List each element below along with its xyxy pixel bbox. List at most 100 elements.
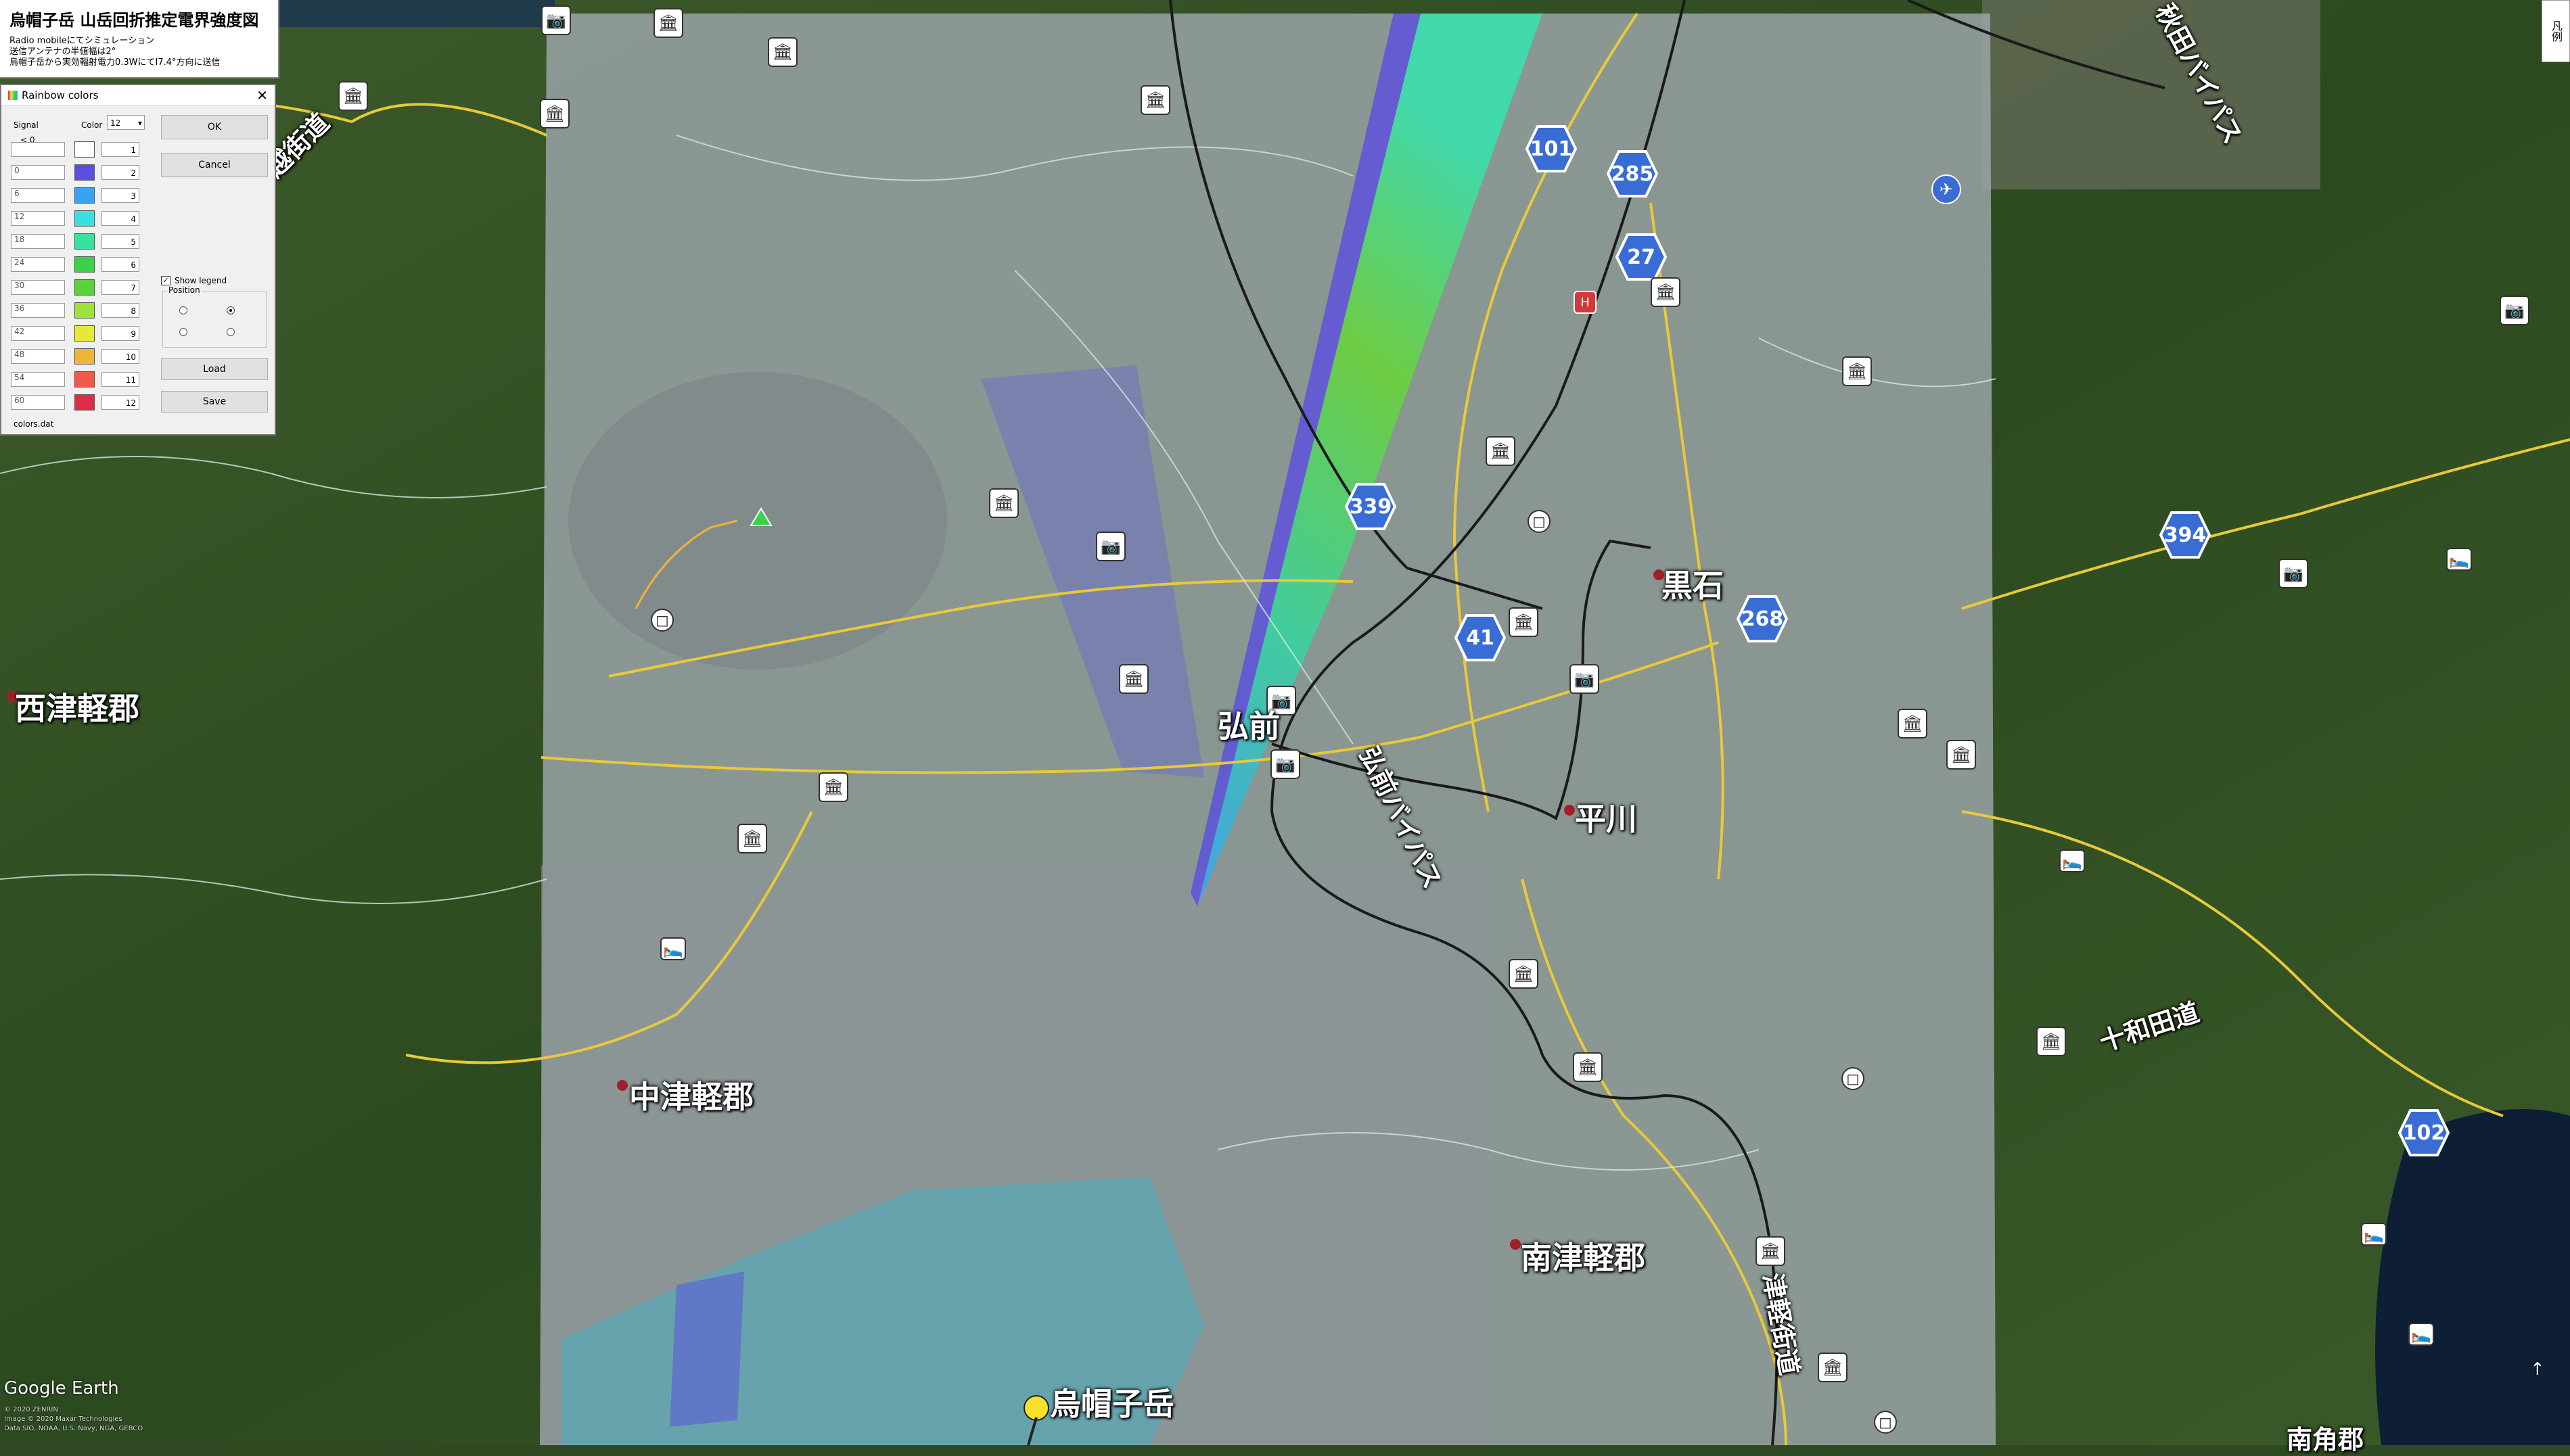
cancel-button[interactable]: Cancel — [161, 153, 268, 177]
museum-icon[interactable]: 🏛 — [819, 772, 848, 802]
color-row: 63 — [11, 187, 139, 204]
color-swatch[interactable] — [74, 394, 95, 410]
position-radio-top-left[interactable] — [179, 306, 187, 314]
signal-threshold-input[interactable]: 60 — [11, 395, 65, 410]
color-count-select[interactable]: 12 ▾ — [107, 115, 145, 130]
museum-icon[interactable]: 🏛 — [1651, 277, 1680, 307]
signal-threshold-input[interactable]: 48 — [11, 349, 65, 364]
color-swatch[interactable] — [74, 164, 95, 181]
hotel-icon[interactable]: 🛌 — [2059, 849, 2085, 872]
legend-tab[interactable]: 凡例 — [2542, 0, 2570, 62]
map-title: 烏帽子岳 山岳回折推定電界強度図 — [9, 11, 259, 30]
color-row: 54 11 — [11, 371, 139, 388]
museum-icon[interactable]: 🏛 — [1141, 85, 1170, 115]
color-row: 12 4 — [11, 210, 139, 227]
landmark-icon[interactable]: ◻ — [1528, 510, 1551, 533]
route-shield-285: 285 — [1607, 150, 1658, 197]
signal-threshold-input[interactable]: 6 — [11, 188, 65, 203]
museum-icon[interactable]: 🏛 — [1573, 1052, 1603, 1082]
museum-icon[interactable]: 🏛 — [1509, 959, 1538, 989]
place-dot-hiraka — [1564, 805, 1575, 816]
hotel-icon[interactable]: 🛌 — [2408, 1323, 2434, 1346]
map-description-line: Radio mobileにてシミュレーション — [9, 36, 155, 46]
position-radio-bottom-right[interactable] — [227, 328, 235, 336]
signal-threshold-input[interactable]: 42 — [11, 326, 65, 341]
color-swatch[interactable] — [74, 210, 95, 227]
museum-icon[interactable]: 🏛 — [2036, 1027, 2066, 1056]
museum-icon[interactable]: 🏛 — [1486, 436, 1515, 466]
camera-icon[interactable]: 📷 — [1569, 664, 1599, 694]
rainbow-colors-dialog[interactable]: Rainbow colors ✕ Signal < 0 Color 12 ▾ O… — [0, 84, 276, 436]
color-index: 6 — [101, 257, 139, 272]
museum-icon[interactable]: 🏛 — [653, 8, 683, 38]
museum-icon[interactable]: 🏛 — [1119, 664, 1149, 694]
close-icon[interactable]: ✕ — [256, 87, 268, 103]
color-swatch[interactable] — [74, 302, 95, 319]
landmark-icon[interactable]: ◻ — [1841, 1067, 1864, 1090]
color-row: 30 7 — [11, 279, 139, 296]
load-button[interactable]: Load — [161, 358, 268, 380]
chevron-down-icon: ▾ — [137, 118, 142, 128]
museum-icon[interactable]: 🏛 — [1898, 709, 1927, 738]
landmark-icon[interactable]: ◻ — [1874, 1411, 1897, 1434]
hospital-icon[interactable]: H — [1574, 291, 1597, 314]
camera-icon[interactable]: 📷 — [1096, 532, 1126, 561]
hotel-icon[interactable]: 🛌 — [2361, 1223, 2387, 1246]
color-swatch[interactable] — [74, 141, 95, 158]
color-index: 12 — [101, 395, 139, 410]
signal-threshold-input[interactable]: 36 — [11, 303, 65, 318]
museum-icon[interactable]: 🏛 — [768, 37, 798, 67]
route-shield-394: 394 — [2159, 511, 2211, 559]
color-swatch[interactable] — [74, 348, 95, 365]
airport-icon[interactable]: ✈ — [1931, 174, 1961, 204]
palette-icon — [8, 91, 18, 100]
museum-icon[interactable]: 🏛 — [1946, 740, 1976, 770]
color-row: 36 8 — [11, 302, 139, 319]
route-shield-268: 268 — [1737, 595, 1788, 642]
museum-icon[interactable]: 🏛 — [338, 81, 368, 111]
museum-icon[interactable]: 🏛 — [1756, 1236, 1785, 1266]
signal-scatter-south-2 — [670, 1271, 744, 1427]
show-legend-checkbox[interactable]: ✓ Show legend — [161, 276, 227, 285]
color-swatch[interactable] — [74, 325, 95, 342]
color-swatch[interactable] — [74, 256, 95, 273]
lake-towada — [2375, 1109, 2570, 1445]
ok-button[interactable]: OK — [161, 115, 268, 139]
map-canvas[interactable] — [0, 0, 2570, 1445]
museum-icon[interactable]: 🏛 — [989, 488, 1019, 518]
camera-icon[interactable]: 📷 — [2278, 559, 2308, 588]
color-swatch[interactable] — [74, 233, 95, 250]
color-row: 18 5 — [11, 233, 139, 250]
landmark-icon[interactable]: ◻ — [651, 609, 674, 632]
color-row: 1 — [11, 141, 139, 158]
signal-threshold-input[interactable]: 24 — [11, 257, 65, 272]
museum-icon[interactable]: 🏛 — [540, 99, 570, 128]
color-swatch[interactable] — [74, 279, 95, 296]
camera-icon[interactable]: 📷 — [1270, 749, 1300, 779]
color-index: 3 — [101, 188, 139, 203]
museum-icon[interactable]: 🏛 — [1509, 607, 1538, 637]
position-radio-bottom-left[interactable] — [179, 328, 187, 336]
place-label-minamitsugaru: 南津軽郡 — [1521, 1240, 1645, 1276]
color-swatch[interactable] — [74, 187, 95, 204]
camera-icon[interactable]: 📷 — [2500, 296, 2529, 325]
signal-threshold-input[interactable]: 54 — [11, 372, 65, 387]
position-radio-top-right[interactable] — [227, 306, 235, 314]
museum-icon[interactable]: 🏛 — [1818, 1353, 1848, 1382]
signal-threshold-input[interactable]: 30 — [11, 280, 65, 295]
signal-threshold-input[interactable]: 0 — [11, 165, 65, 180]
signal-threshold-input[interactable]: 18 — [11, 234, 65, 249]
hotel-icon[interactable]: 🛌 — [660, 937, 686, 960]
hotel-icon[interactable]: 🛌 — [2446, 548, 2472, 571]
route-shield-41: 41 — [1454, 614, 1506, 661]
signal-threshold-input[interactable]: 12 — [11, 211, 65, 226]
museum-icon[interactable]: 🏛 — [737, 824, 767, 853]
camera-icon[interactable]: 📷 — [541, 5, 571, 35]
color-swatch[interactable] — [74, 371, 95, 388]
route-shield-102: 102 — [2398, 1109, 2450, 1156]
save-button[interactable]: Save — [161, 391, 268, 413]
dialog-titlebar[interactable]: Rainbow colors ✕ — [1, 85, 275, 106]
museum-icon[interactable]: 🏛 — [1842, 356, 1872, 386]
signal-threshold-input[interactable] — [11, 142, 65, 157]
dialog-title: Rainbow colors — [22, 89, 99, 101]
